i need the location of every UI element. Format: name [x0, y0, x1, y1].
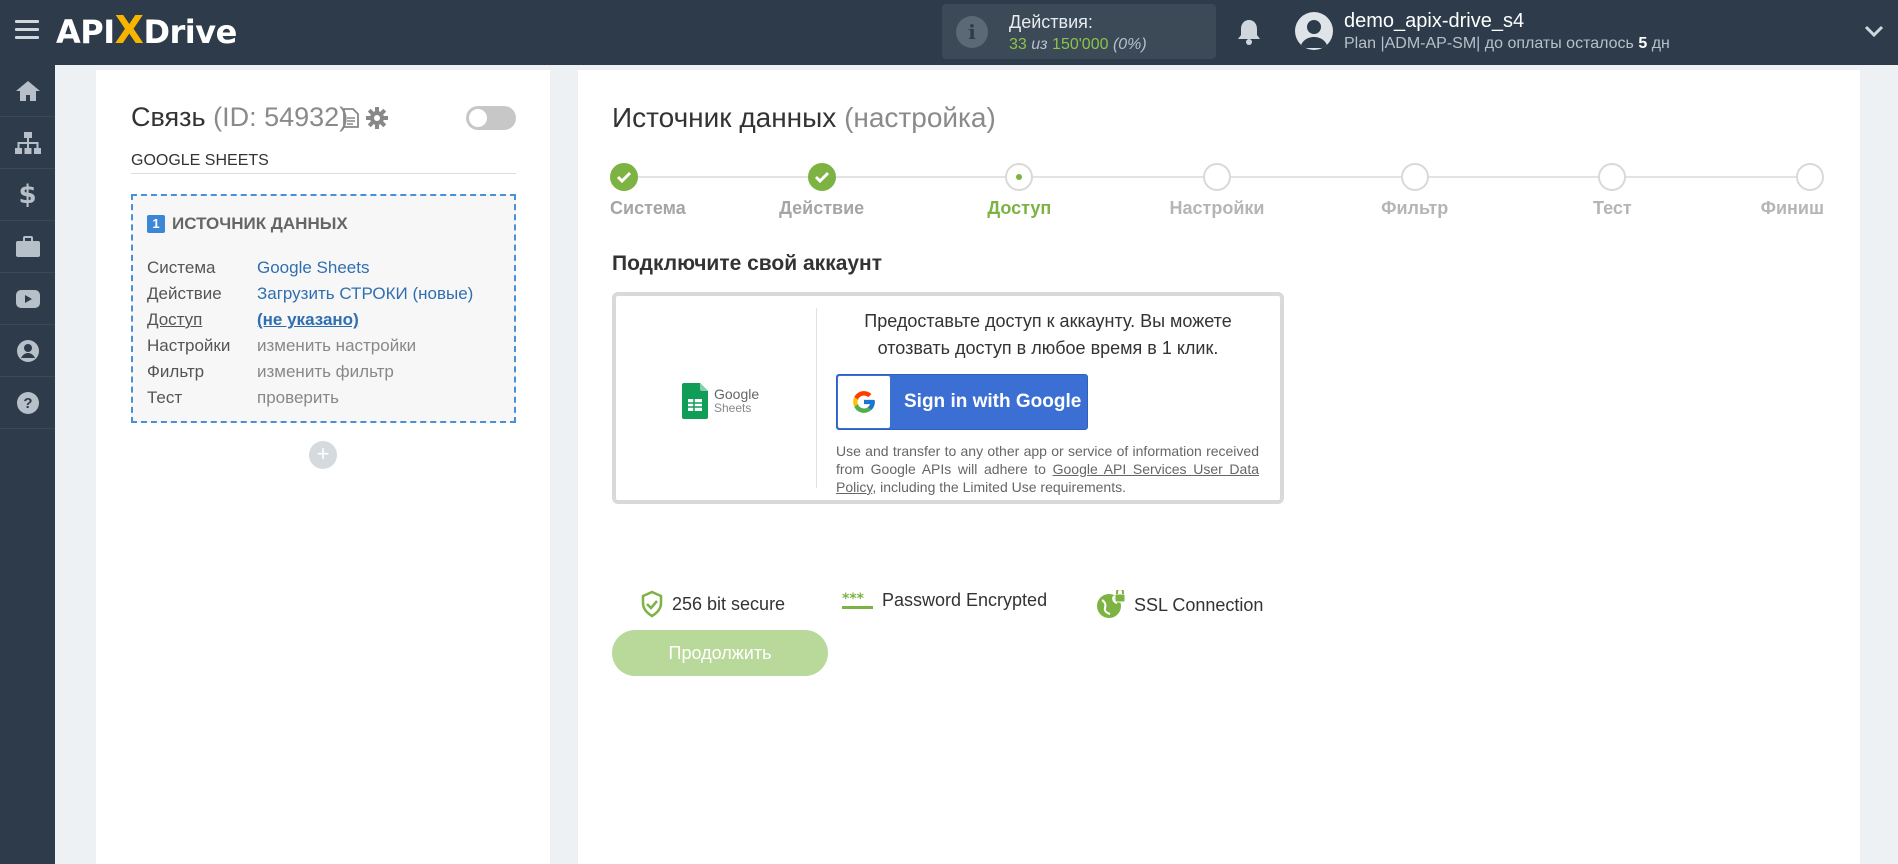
system-link[interactable]: Google Sheets [257, 258, 369, 278]
gear-icon[interactable] [366, 107, 388, 129]
filter-link[interactable]: изменить фильтр [257, 362, 394, 382]
row-test: Тест проверить [147, 388, 340, 408]
source-heading: 1 ИСТОЧНИК ДАННЫХ [147, 214, 348, 234]
username[interactable]: demo_apix-drive_s4 [1344, 10, 1524, 33]
add-block-button[interactable]: + [309, 441, 337, 469]
google-sheets-icon [682, 383, 708, 419]
row-access: Доступ (не указано) [147, 310, 359, 330]
globe-lock-icon [1096, 590, 1126, 620]
step-4-label[interactable]: Настройки [1170, 198, 1265, 219]
step-4-dot[interactable] [1203, 163, 1231, 191]
sidebar: $ ? [0, 65, 55, 864]
check-icon [616, 171, 632, 184]
step-6-label[interactable]: Тест [1593, 198, 1632, 219]
step-7-label[interactable]: Финиш [1761, 198, 1824, 219]
card-divider [816, 308, 817, 488]
test-link[interactable]: проверить [257, 388, 339, 408]
security-password: *** Password Encrypted [842, 590, 1048, 611]
access-description: Предоставьте доступ к аккаунту. Вы может… [864, 311, 1232, 358]
step-2-dot[interactable] [807, 163, 836, 191]
menu-icon[interactable] [15, 20, 39, 40]
row-action: Действие Загрузить СТРОКИ (новые) [147, 284, 474, 304]
info-icon: i [956, 16, 988, 48]
security-256: 256 bit secure [640, 590, 785, 618]
chevron-down-icon[interactable] [1864, 24, 1884, 38]
row-filter: Фильтр изменить фильтр [147, 362, 394, 382]
svg-text:?: ? [23, 395, 32, 412]
continue-button[interactable]: Продолжить [612, 630, 828, 676]
sign-in-google-button[interactable]: Sign in with Google [836, 374, 1088, 430]
step-2-label[interactable]: Действие [779, 198, 864, 219]
step-7-dot[interactable] [1796, 163, 1824, 191]
google-g-icon [838, 376, 890, 428]
plan-info: Plan |ADM-AP-SM| до оплаты осталось 5 дн [1344, 35, 1670, 52]
page-title: Источник данных (настройка) [612, 102, 996, 133]
settings-link[interactable]: изменить настройки [257, 336, 416, 356]
logo[interactable]: APIXDrive [56, 10, 237, 52]
google-policy-text: Use and transfer to any other app or ser… [836, 443, 1260, 495]
briefcase-icon[interactable] [0, 221, 55, 273]
step-3-dot[interactable] [1005, 163, 1034, 191]
check-icon [814, 171, 829, 184]
connection-toggle[interactable] [466, 106, 516, 130]
security-ssl: SSL Connection [1096, 590, 1263, 620]
shield-check-icon [640, 590, 664, 618]
document-icon[interactable] [343, 108, 359, 128]
sitemap-icon[interactable] [0, 117, 55, 169]
action-link[interactable]: Загрузить СТРОКИ (новые) [257, 284, 473, 304]
connection-title: Связь (ID: 54932) [131, 102, 349, 132]
google-auth-card: Google Sheets Предоставьте доступ к аккау… [612, 292, 1284, 504]
access-link[interactable]: (не указано) [257, 310, 359, 330]
home-icon[interactable] [0, 65, 55, 117]
step-5-dot[interactable] [1400, 163, 1429, 191]
svg-text:***: *** [842, 591, 865, 607]
row-settings: Настройки изменить настройки [147, 336, 417, 356]
avatar[interactable] [1295, 12, 1333, 50]
password-icon: *** [842, 591, 874, 611]
connection-panel: Связь (ID: 54932) GOOGLE SHEETS 1 ИСТОЧНИ… [96, 70, 550, 864]
connect-heading: Подключите свой аккаунт [612, 252, 883, 275]
step-1-dot[interactable] [610, 163, 638, 191]
actions-label: Действия: [1009, 12, 1093, 32]
actions-counter[interactable]: i Действия: 33 из 150'000 (0%) [942, 4, 1216, 59]
google-sheets-logo: Google Sheets [682, 383, 759, 419]
help-icon[interactable]: ? [0, 377, 55, 429]
youtube-icon[interactable] [0, 273, 55, 325]
top-bar: APIXDrive i Действия: 33 из 150'000 (0%)… [0, 0, 1898, 65]
bell-icon[interactable] [1236, 18, 1262, 46]
dollar-icon[interactable]: $ [0, 169, 55, 221]
data-source-block[interactable]: 1 ИСТОЧНИК ДАННЫХ Система Google Sheets Де… [131, 194, 516, 423]
row-system: Система Google Sheets [147, 258, 370, 278]
connection-subtitle: GOOGLE SHEETS [131, 152, 516, 174]
step-1-label[interactable]: Система [610, 198, 686, 219]
main-panel: Источник данных (настройка) Система Дейст… [578, 70, 1860, 864]
step-5-label[interactable]: Фильтр [1381, 198, 1448, 219]
user-icon[interactable] [0, 325, 55, 377]
step-6-dot[interactable] [1598, 163, 1627, 191]
actions-usage: 33 из 150'000 (0%) [1009, 36, 1147, 53]
step-3-label[interactable]: Доступ [987, 198, 1051, 219]
